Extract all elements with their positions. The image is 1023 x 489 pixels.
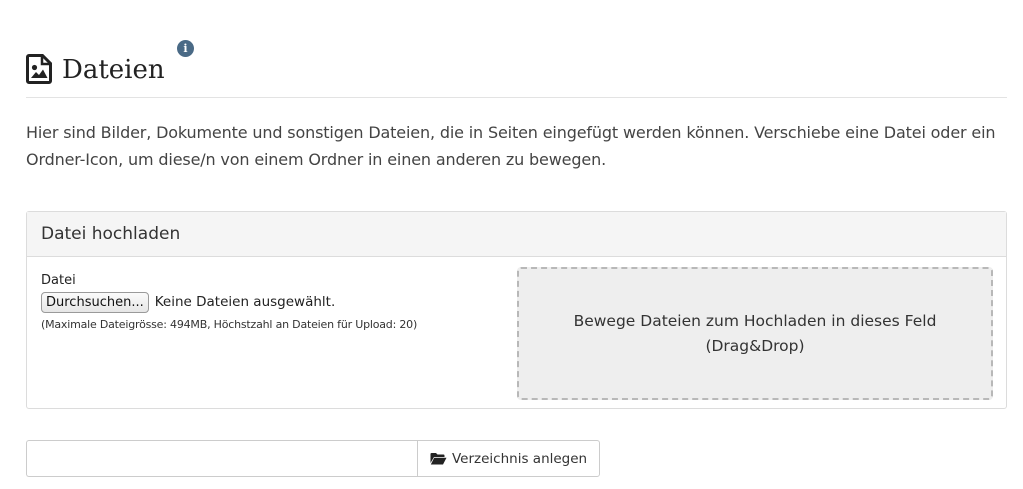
create-directory-row: Verzeichnis anlegen: [26, 440, 601, 477]
directory-name-input[interactable]: [26, 440, 417, 477]
browse-button[interactable]: Durchsuchen...: [41, 291, 149, 313]
upload-panel: Datei hochladen Datei Durchsuchen... Kei…: [26, 211, 1007, 409]
create-directory-label: Verzeichnis anlegen: [452, 450, 588, 467]
drag-drop-zone[interactable]: Bewege Dateien zum Hochladen in dieses F…: [517, 267, 993, 400]
upload-panel-heading: Datei hochladen: [27, 212, 1006, 257]
intro-text: Hier sind Bilder, Dokumente und sonstige…: [26, 123, 996, 169]
no-file-selected-text: Keine Dateien ausgewählt.: [154, 294, 336, 310]
upload-limits-hint: (Maximale Dateigrösse: 494MB, Höchstzahl…: [41, 318, 418, 331]
file-input: Durchsuchen... Keine Dateien ausgewählt.: [41, 291, 501, 313]
page: Dateien i Hier sind Bilder, Dokumente un…: [0, 0, 1023, 489]
info-icon[interactable]: i: [177, 40, 194, 57]
page-header: Dateien i: [26, 40, 1007, 98]
upload-form: Datei Durchsuchen... Keine Dateien ausge…: [41, 272, 501, 331]
file-field-label: Datei: [41, 273, 76, 288]
dropzone-text: Bewege Dateien zum Hochladen in dieses F…: [573, 311, 937, 355]
folder-open-icon: [430, 453, 447, 465]
page-title: Dateien: [62, 55, 165, 85]
image-file-icon: [26, 54, 52, 84]
create-directory-button[interactable]: Verzeichnis anlegen: [417, 440, 601, 477]
